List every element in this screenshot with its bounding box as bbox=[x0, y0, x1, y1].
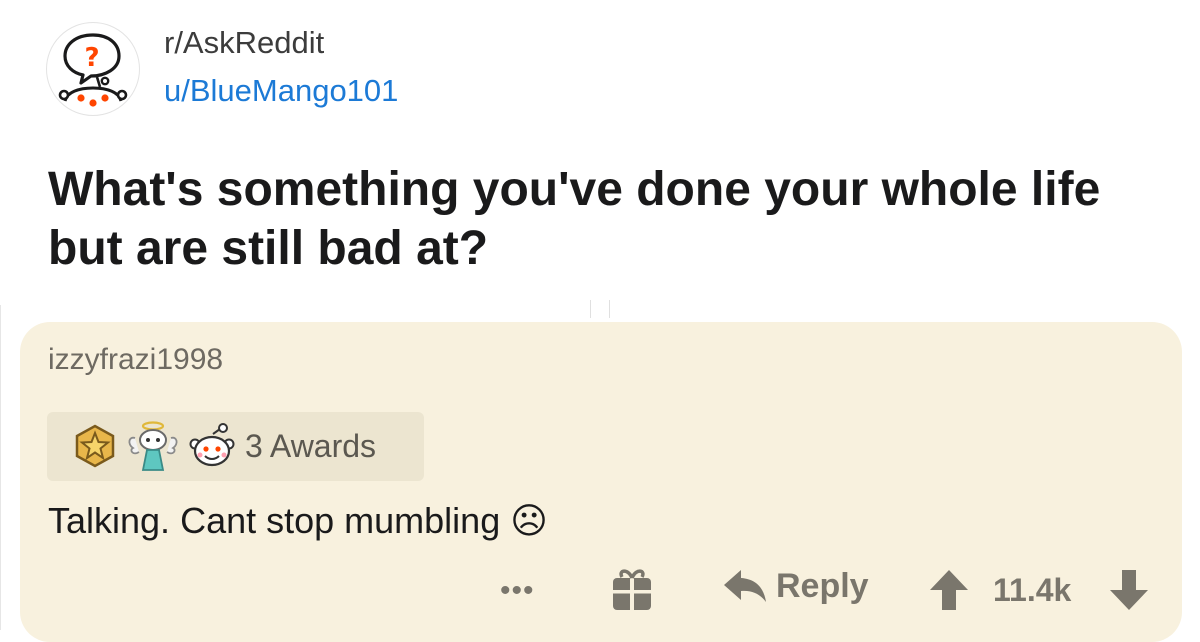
downvote-button[interactable] bbox=[1108, 568, 1150, 612]
reply-arrow-icon bbox=[724, 570, 766, 602]
angel-award-icon bbox=[128, 421, 178, 471]
askreddit-snoo-icon: ? bbox=[58, 33, 128, 107]
vote-score: 11.4k bbox=[993, 572, 1072, 608]
comment-actions: ••• Reply 11.4k bbox=[0, 560, 1200, 620]
comment-author[interactable]: izzyfrazi1998 bbox=[48, 340, 223, 380]
divider bbox=[590, 300, 591, 318]
awards-bar[interactable]: 3 Awards bbox=[47, 412, 424, 481]
comment-body: Talking. Cant stop mumbling ☹ bbox=[48, 500, 548, 541]
downvote-arrow-icon bbox=[1110, 570, 1148, 610]
post-meta: r/AskReddit u/BlueMango101 bbox=[164, 25, 398, 111]
post-author[interactable]: u/BlueMango101 bbox=[164, 71, 398, 111]
reply-button[interactable]: Reply bbox=[722, 566, 869, 606]
gift-icon bbox=[613, 569, 651, 610]
upvote-button[interactable] bbox=[928, 568, 970, 612]
give-award-button[interactable] bbox=[610, 566, 654, 612]
awards-count: 3 Awards bbox=[245, 428, 377, 464]
gold-award-icon bbox=[75, 424, 115, 468]
wholesome-award-icon bbox=[189, 423, 235, 467]
subreddit-avatar[interactable]: ? bbox=[46, 22, 140, 116]
divider bbox=[609, 300, 610, 318]
svg-text:?: ? bbox=[84, 43, 99, 73]
more-options-button[interactable]: ••• bbox=[500, 574, 535, 608]
upvote-arrow-icon bbox=[930, 570, 968, 610]
reply-label: Reply bbox=[776, 566, 869, 605]
subreddit-name[interactable]: r/AskReddit bbox=[164, 23, 398, 63]
post-title[interactable]: What's something you've done your whole … bbox=[48, 160, 1168, 278]
post-header: ? r/AskReddit u/BlueMango101 bbox=[46, 22, 398, 116]
